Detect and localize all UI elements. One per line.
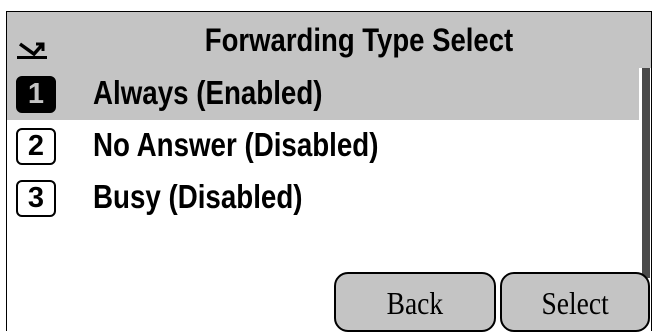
page-title: Forwarding Type Select <box>204 22 514 58</box>
item-number-badge: 3 <box>16 180 56 217</box>
back-button-label: Back <box>386 285 444 321</box>
list-item-always[interactable]: 1 Always (Enabled) <box>7 68 639 120</box>
title-bar: Forwarding Type Select <box>7 12 651 68</box>
list-item-busy[interactable]: 3 Busy (Disabled) <box>7 172 639 224</box>
back-button[interactable]: Back <box>334 272 496 332</box>
list-item-label: Busy (Disabled) <box>93 178 303 215</box>
select-button[interactable]: Select <box>500 272 650 332</box>
list-item-label: Always (Enabled) <box>93 74 323 111</box>
list-item-no-answer[interactable]: 2 No Answer (Disabled) <box>7 120 639 172</box>
forwarding-type-list: 1 Always (Enabled) 2 No Answer (Disabled… <box>7 68 639 224</box>
item-number-badge: 1 <box>16 76 56 113</box>
list-item-label: No Answer (Disabled) <box>93 126 379 163</box>
scrollbar[interactable] <box>641 68 651 278</box>
select-button-label: Select <box>541 285 609 321</box>
call-forward-icon <box>17 42 47 59</box>
scrollbar-thumb[interactable] <box>642 68 650 278</box>
item-number-badge: 2 <box>16 128 56 165</box>
